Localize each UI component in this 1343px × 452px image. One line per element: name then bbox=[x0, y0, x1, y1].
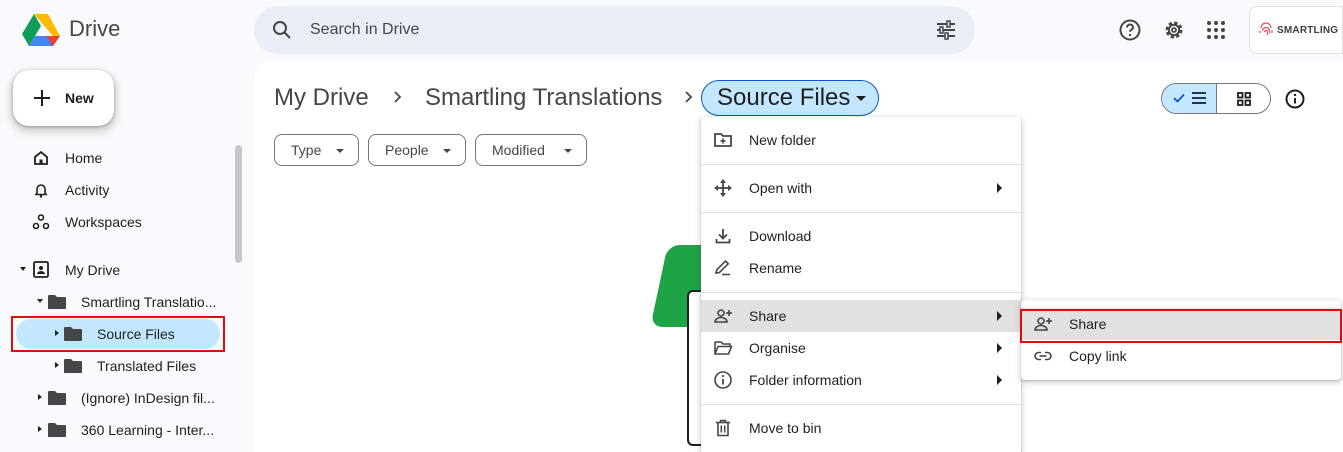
menu-item-label: Open with bbox=[749, 180, 813, 196]
chevron-right-icon bbox=[394, 91, 402, 103]
check-icon bbox=[1173, 93, 1185, 103]
annotation-highlight-box bbox=[11, 316, 225, 352]
new-folder-icon bbox=[714, 133, 732, 147]
search-bar[interactable]: Search in Drive bbox=[254, 6, 975, 54]
settings-icon[interactable] bbox=[1162, 18, 1186, 42]
list-view-button[interactable] bbox=[1162, 84, 1217, 113]
menu-item-label: Folder information bbox=[749, 372, 862, 388]
sidebar-scrollbar[interactable] bbox=[235, 145, 242, 263]
submenu-arrow-icon bbox=[997, 183, 1002, 193]
filter-modified[interactable]: Modified bbox=[475, 134, 587, 166]
tree-item-label: My Drive bbox=[65, 262, 121, 278]
menu-item-open-with[interactable]: Open with bbox=[701, 172, 1021, 204]
menu-item-share[interactable]: Share bbox=[701, 300, 1021, 332]
menu-item-rename[interactable]: Rename bbox=[701, 252, 1021, 284]
folder-icon bbox=[48, 295, 66, 309]
sidebar-item-label: Activity bbox=[65, 182, 110, 198]
search-icon[interactable] bbox=[270, 18, 294, 42]
folder-icon bbox=[64, 359, 82, 373]
tree-item-label: Smartling Translatio... bbox=[81, 294, 217, 310]
menu-item-move-to-bin[interactable]: Move to bin bbox=[701, 412, 1021, 444]
menu-divider bbox=[701, 404, 1021, 405]
submenu-arrow-icon bbox=[997, 343, 1002, 353]
chevron-right-icon bbox=[685, 91, 693, 103]
grid-view-button[interactable] bbox=[1217, 84, 1270, 113]
menu-item-folder-information[interactable]: Folder information bbox=[701, 364, 1021, 396]
menu-divider bbox=[701, 212, 1021, 213]
help-icon[interactable] bbox=[1118, 18, 1142, 42]
menu-item-label: Copy link bbox=[1069, 348, 1127, 364]
dropdown-arrow-icon bbox=[443, 149, 451, 153]
new-button[interactable]: New bbox=[13, 70, 114, 126]
info-icon[interactable] bbox=[1284, 88, 1306, 110]
sidebar-item-label: Workspaces bbox=[65, 214, 142, 230]
dropdown-arrow-icon bbox=[856, 96, 866, 101]
collapse-caret-icon[interactable] bbox=[38, 394, 42, 400]
rename-icon bbox=[714, 259, 730, 276]
app-title: Drive bbox=[69, 16, 121, 41]
home-icon bbox=[34, 150, 48, 165]
menu-item-label: Share bbox=[749, 308, 787, 324]
submenu-item-copy-link[interactable]: Copy link bbox=[1021, 340, 1341, 372]
tree-item-label: Translated Files bbox=[97, 358, 197, 374]
sidebar-item-label: Home bbox=[65, 150, 103, 166]
apps-grid-icon[interactable] bbox=[1204, 18, 1228, 42]
brand-name: SMARTLING bbox=[1277, 24, 1339, 36]
open-with-icon bbox=[714, 179, 732, 197]
download-icon bbox=[715, 229, 731, 244]
tree-item-label: 360 Learning - Inter... bbox=[81, 422, 215, 438]
menu-item-label: Move to bin bbox=[749, 420, 822, 436]
submenu-arrow-icon bbox=[997, 375, 1002, 385]
organise-icon bbox=[714, 341, 733, 355]
collapse-caret-icon[interactable] bbox=[38, 426, 42, 432]
plus-icon bbox=[34, 90, 50, 106]
breadcrumb-my-drive[interactable]: My Drive bbox=[274, 84, 369, 112]
bin-icon bbox=[716, 419, 730, 437]
account-brand[interactable]: SMARTLING bbox=[1249, 6, 1343, 54]
new-button-label: New bbox=[65, 90, 94, 106]
dropdown-arrow-icon bbox=[336, 149, 344, 153]
filter-label: Modified bbox=[492, 142, 545, 158]
tree-item-label: (Ignore) InDesign fil... bbox=[81, 390, 215, 406]
menu-item-label: Rename bbox=[749, 260, 802, 276]
breadcrumb-smartling-translations[interactable]: Smartling Translations bbox=[425, 84, 662, 112]
filter-label: Type bbox=[291, 142, 322, 158]
list-view-icon bbox=[1192, 92, 1206, 104]
expand-caret-icon[interactable] bbox=[37, 299, 43, 303]
folder-icon bbox=[48, 391, 66, 405]
menu-divider bbox=[701, 164, 1021, 165]
share-icon bbox=[714, 309, 732, 323]
filter-type[interactable]: Type bbox=[274, 134, 359, 166]
current-folder-label: Source Files bbox=[717, 84, 851, 111]
menu-item-download[interactable]: Download bbox=[701, 220, 1021, 252]
folder-context-menu: New folder Open with Download Rename Sha… bbox=[701, 117, 1021, 452]
breadcrumb-current-folder[interactable]: Source Files bbox=[701, 80, 879, 116]
menu-item-label: Download bbox=[749, 228, 812, 244]
view-toggle[interactable] bbox=[1161, 83, 1271, 114]
filter-label: People bbox=[385, 142, 429, 158]
grid-view-icon bbox=[1237, 92, 1251, 106]
my-drive-icon bbox=[33, 261, 49, 278]
collapse-caret-icon[interactable] bbox=[55, 362, 59, 368]
submenu-arrow-icon bbox=[997, 311, 1002, 321]
fingerprint-logo-icon bbox=[1259, 22, 1273, 35]
menu-divider bbox=[701, 292, 1021, 293]
menu-item-organise[interactable]: Organise bbox=[701, 332, 1021, 364]
drive-logo[interactable]: Drive bbox=[22, 12, 120, 46]
menu-item-new-folder[interactable]: New folder bbox=[701, 124, 1021, 156]
annotation-highlight-box bbox=[1020, 309, 1342, 343]
workspaces-icon bbox=[32, 214, 50, 230]
bell-icon bbox=[34, 184, 48, 198]
folder-icon bbox=[48, 423, 66, 437]
dropdown-arrow-icon bbox=[564, 149, 572, 153]
link-icon bbox=[1034, 351, 1052, 361]
info-icon bbox=[714, 371, 732, 389]
search-input[interactable]: Search in Drive bbox=[310, 21, 419, 39]
drive-logo-icon bbox=[22, 14, 60, 46]
menu-item-label: New folder bbox=[749, 132, 816, 148]
expand-caret-icon[interactable] bbox=[20, 267, 26, 271]
menu-item-label: Organise bbox=[749, 340, 806, 356]
filter-people[interactable]: People bbox=[368, 134, 466, 166]
search-options-icon[interactable] bbox=[935, 19, 957, 41]
